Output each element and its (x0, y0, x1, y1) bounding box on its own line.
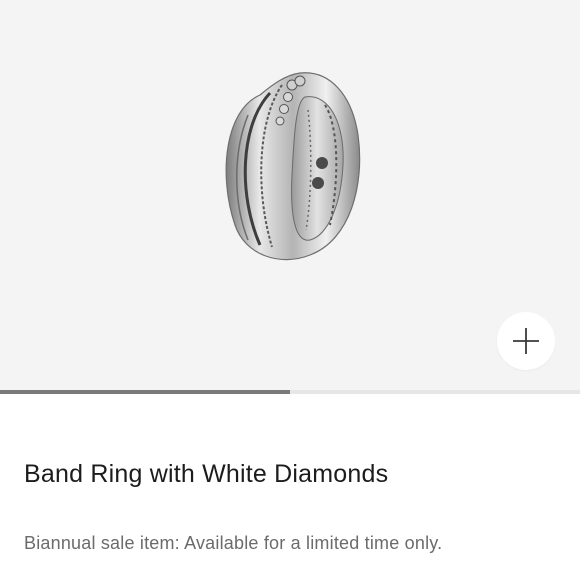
zoom-button[interactable] (497, 312, 555, 370)
ring-image (225, 72, 361, 261)
gallery-progress-fill (0, 390, 290, 394)
product-image[interactable] (200, 55, 380, 275)
sale-note: Biannual sale item: Available for a limi… (24, 533, 443, 553)
product-info: Band Ring with White Diamonds Biannual s… (0, 460, 580, 554)
product-title: Band Ring with White Diamonds (24, 460, 389, 488)
product-image-gallery[interactable] (0, 0, 580, 390)
plus-icon (513, 328, 539, 354)
gallery-progress-bar (0, 390, 580, 394)
